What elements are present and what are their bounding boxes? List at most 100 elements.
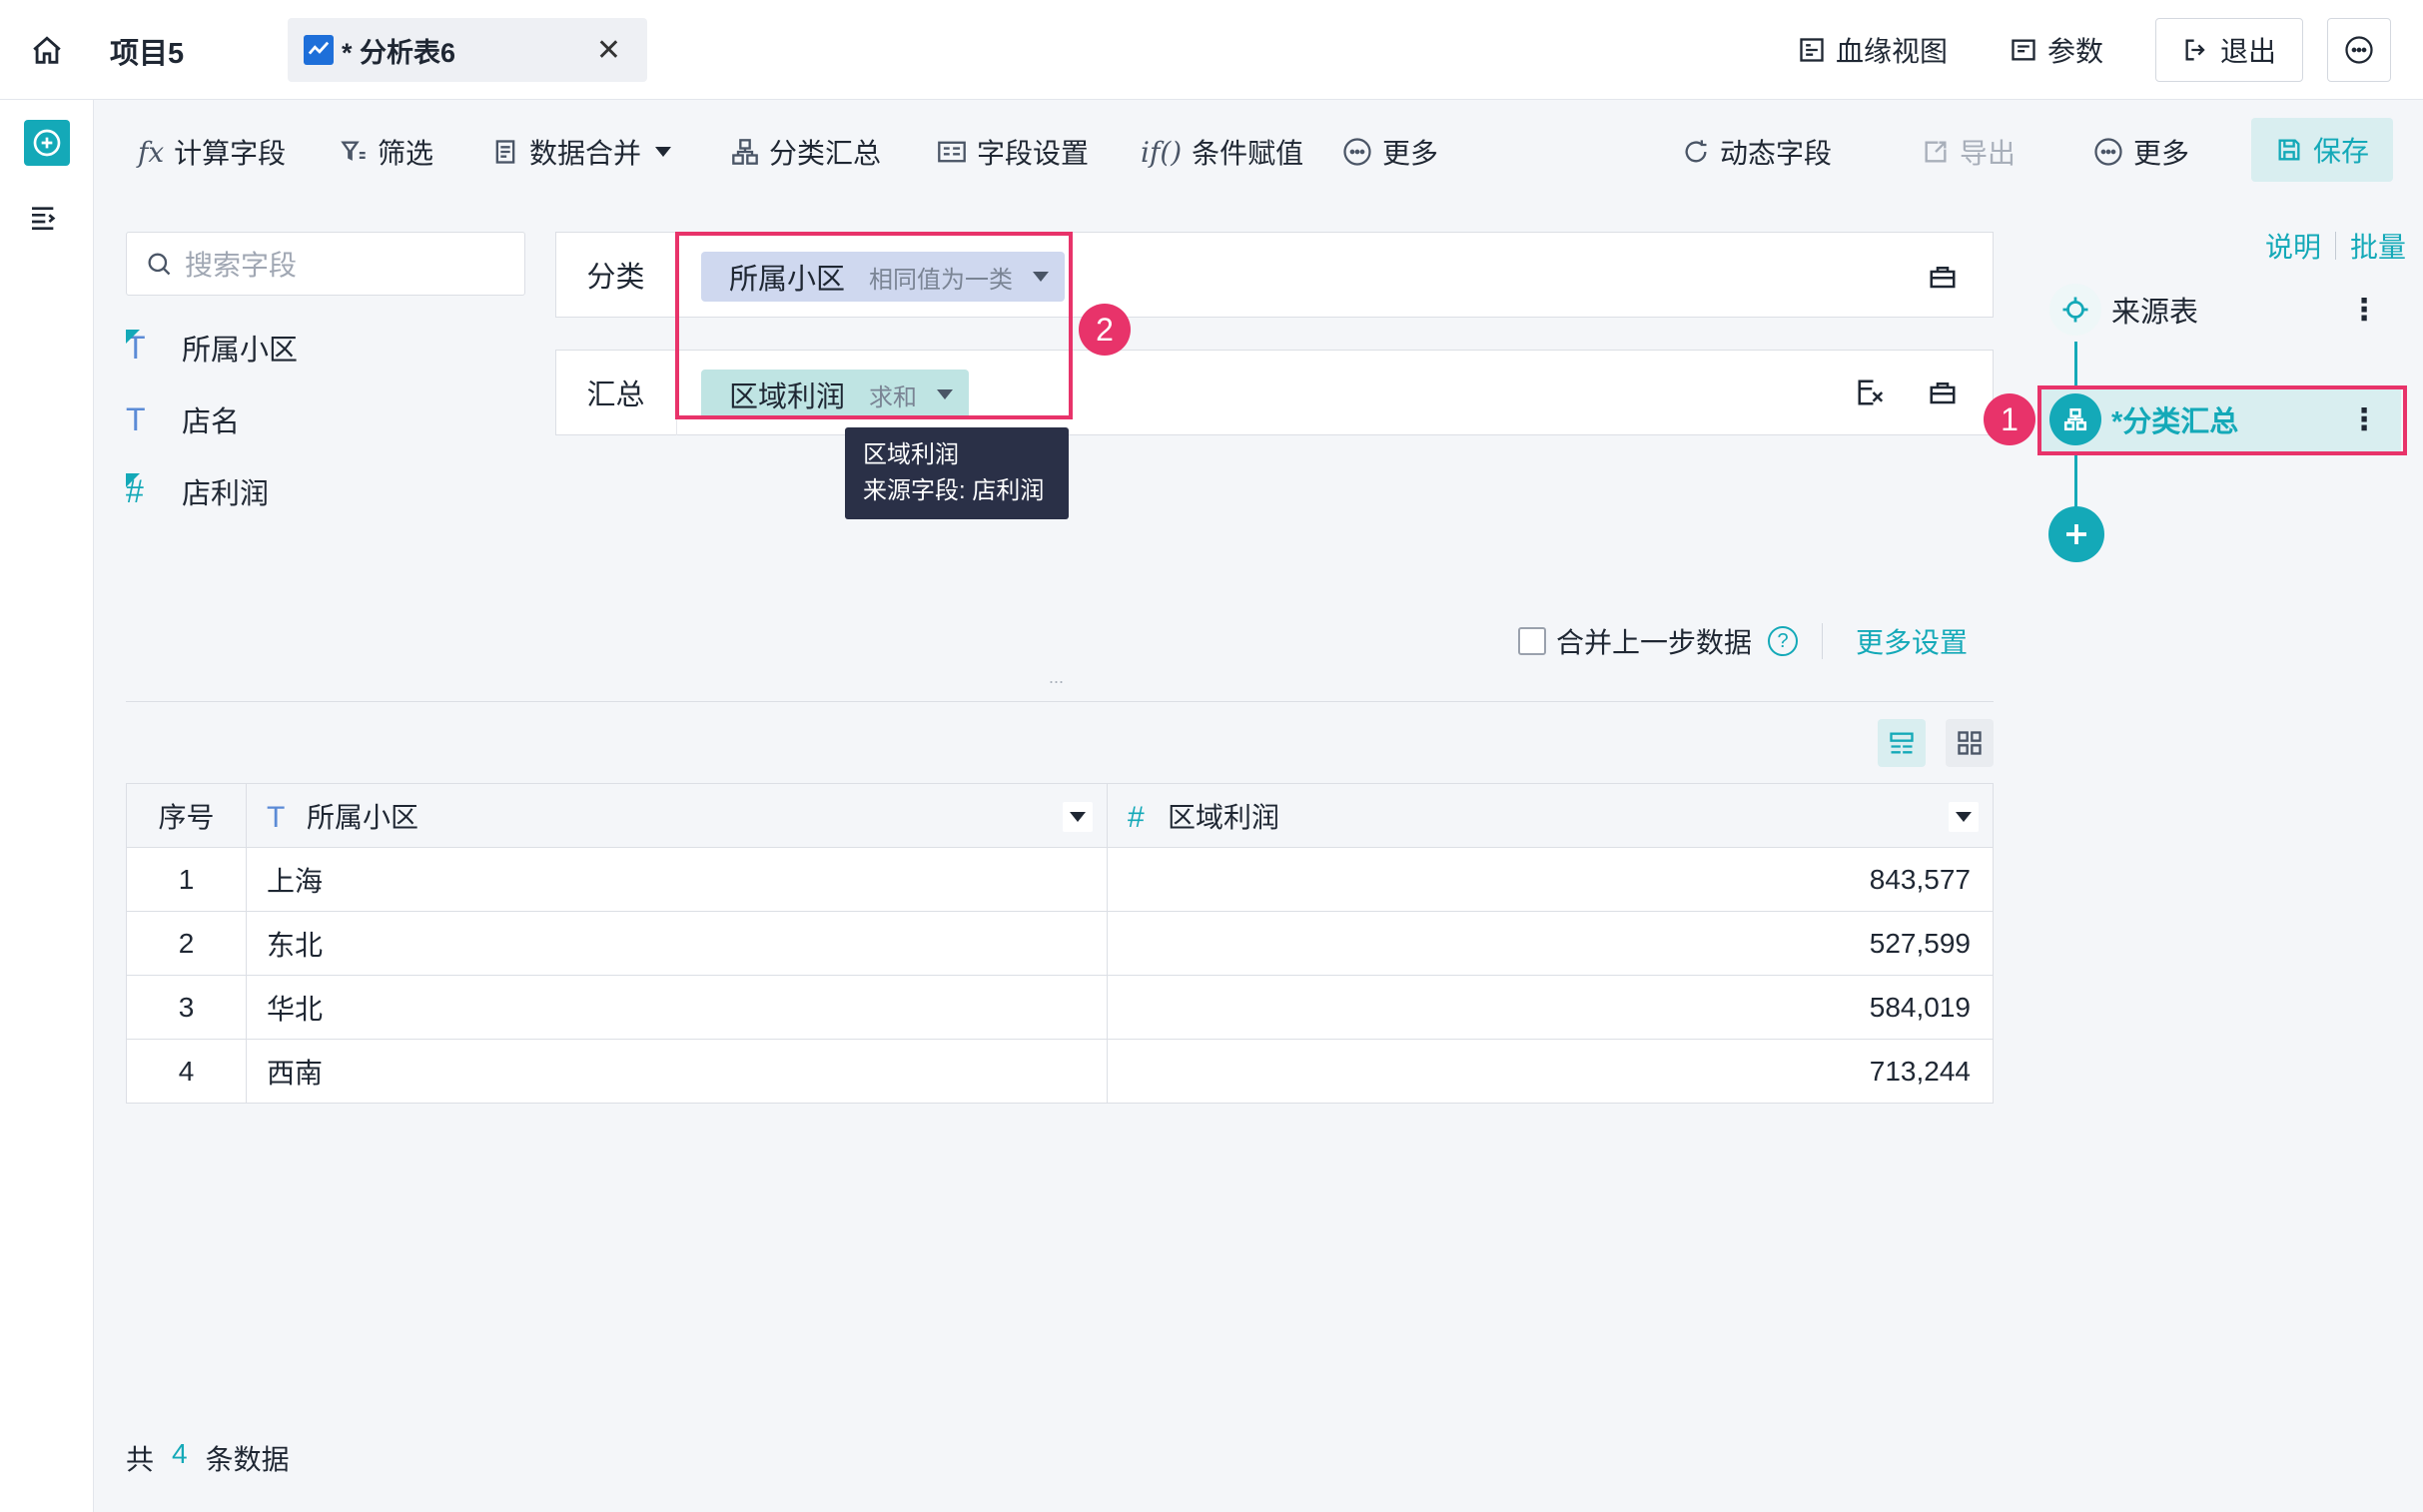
merge-label: 数据合并 xyxy=(529,138,642,169)
row-index: 2 xyxy=(126,911,247,976)
column-menu-icon[interactable] xyxy=(1949,802,1979,832)
filter-icon xyxy=(341,141,366,161)
add-step-icon[interactable] xyxy=(24,120,70,166)
line-chart-icon xyxy=(304,35,334,65)
project-name[interactable]: 项目5 xyxy=(110,30,184,72)
help-icon[interactable]: ? xyxy=(1768,626,1799,656)
table-row: 4 西南 713,244 xyxy=(126,1039,1994,1104)
conditional-value-button[interactable]: if() 条件赋值 xyxy=(1141,130,1303,174)
resize-handle[interactable]: ... xyxy=(1049,667,1064,688)
save-label: 保存 xyxy=(2312,136,2369,167)
explain-link[interactable]: 说明 xyxy=(2265,226,2321,266)
merge-prev-option[interactable]: 合并上一步数据 ? xyxy=(1518,619,1799,663)
clear-icon[interactable] xyxy=(1922,256,1964,298)
column-menu-icon[interactable] xyxy=(1063,802,1093,832)
field-search-input[interactable]: 搜索字段 xyxy=(126,232,525,296)
exit-icon xyxy=(2185,39,2205,61)
field-settings-button[interactable]: 字段设置 xyxy=(937,130,1089,174)
left-rail xyxy=(0,100,94,1512)
row-count-suffix: 条数据 xyxy=(205,1444,290,1475)
step-badge: 2 xyxy=(1079,304,1131,356)
text-type-icon: T xyxy=(126,329,146,366)
profit-cell: 527,599 xyxy=(1107,911,1994,976)
group-summary-button[interactable]: 分类汇总 xyxy=(731,130,881,174)
region-cell: 华北 xyxy=(246,975,1108,1040)
export-label: 导出 xyxy=(1960,138,2017,169)
highlight-box xyxy=(675,232,1073,419)
close-icon[interactable]: ✕ xyxy=(596,33,621,68)
column-header-region[interactable]: T 所属小区 xyxy=(246,783,1108,848)
text-type-icon: T xyxy=(126,400,146,437)
lineage-icon xyxy=(1800,38,1824,62)
remove-field-icon[interactable] xyxy=(1850,372,1892,413)
save-icon xyxy=(2278,139,2300,161)
divider xyxy=(1822,623,1823,659)
table-row: 2 东北 527,599 xyxy=(126,911,1994,976)
hierarchy-icon xyxy=(732,139,758,165)
merge-icon xyxy=(495,140,515,164)
column-header-profit[interactable]: # 区域利润 xyxy=(1107,783,1994,848)
number-type-icon: # xyxy=(1128,800,1145,834)
table-view-icon[interactable] xyxy=(1878,719,1926,767)
step-connector xyxy=(2074,451,2077,507)
clear-icon[interactable] xyxy=(1922,372,1964,413)
params-button[interactable]: 参数 xyxy=(2010,28,2103,72)
group-by-label: 分类 xyxy=(555,232,677,318)
data-merge-button[interactable]: 数据合并 xyxy=(491,130,672,174)
home-icon[interactable] xyxy=(26,30,68,72)
row-count-value: 4 xyxy=(172,1438,188,1469)
field-item[interactable]: T 店名 xyxy=(126,397,240,441)
grid-view-icon[interactable] xyxy=(1946,719,1994,767)
export-button[interactable]: 导出 xyxy=(1922,130,2016,174)
filter-label: 筛选 xyxy=(378,138,434,169)
more-options-icon[interactable] xyxy=(2327,18,2391,82)
add-step-button[interactable] xyxy=(2048,506,2104,562)
dynamic-field-button[interactable]: 动态字段 xyxy=(1682,130,1832,174)
row-count-prefix: 共 xyxy=(126,1444,155,1475)
search-placeholder: 搜索字段 xyxy=(185,250,298,281)
more-settings-link[interactable]: 更多设置 xyxy=(1856,619,1968,663)
step-source-table[interactable]: 来源表 ⋮ xyxy=(2039,278,2401,342)
lineage-view-button[interactable]: 血缘视图 xyxy=(1798,28,1948,72)
tab-analysis-table[interactable]: * 分析表6 ✕ xyxy=(288,18,647,82)
field-tooltip: 区域利润 来源字段: 店利润 xyxy=(845,427,1069,519)
save-button[interactable]: 保存 xyxy=(2251,118,2393,182)
outline-list-icon[interactable] xyxy=(28,202,68,242)
fx-icon: fx xyxy=(138,135,165,169)
crosshair-icon xyxy=(2049,284,2101,336)
merge-prev-checkbox[interactable] xyxy=(1518,627,1546,655)
highlight-box xyxy=(2037,385,2407,455)
calc-field-button[interactable]: fx 计算字段 xyxy=(138,130,286,174)
text-type-icon: T xyxy=(267,800,286,834)
step-label: 来源表 xyxy=(2111,297,2199,329)
divider xyxy=(126,701,1994,702)
filter-button[interactable]: 筛选 xyxy=(340,130,433,174)
field-item[interactable]: # 店利润 xyxy=(126,469,269,513)
row-count: 共 4 条数据 xyxy=(126,1438,290,1478)
exit-button[interactable]: 退出 xyxy=(2155,18,2303,82)
divider xyxy=(2335,232,2337,260)
profit-cell: 843,577 xyxy=(1107,847,1994,912)
dropdown-arrow-icon xyxy=(655,147,672,157)
if-icon: if() xyxy=(1141,135,1183,169)
column-header-index: 序号 xyxy=(126,783,247,848)
group-summary-label: 分类汇总 xyxy=(769,138,882,169)
field-item[interactable]: T 所属小区 xyxy=(126,326,298,370)
lineage-label: 血缘视图 xyxy=(1836,36,1949,67)
field-name: 店名 xyxy=(182,406,241,438)
params-label: 参数 xyxy=(2047,36,2104,67)
step-connector xyxy=(2074,336,2077,387)
search-icon xyxy=(148,253,171,276)
region-cell: 上海 xyxy=(246,847,1108,912)
batch-link[interactable]: 批量 xyxy=(2350,226,2406,266)
column-header-label: 区域利润 xyxy=(1168,801,1280,833)
steps-links: 说明 批量 xyxy=(2265,226,2406,266)
kebab-menu-icon[interactable]: ⋮ xyxy=(2349,293,2379,328)
more-left-label: 更多 xyxy=(1382,138,1439,169)
tab-title: * 分析表6 xyxy=(342,37,456,68)
field-name: 店利润 xyxy=(182,478,270,510)
more-tools-button[interactable]: 更多 xyxy=(1342,130,1438,174)
more-right-button[interactable]: 更多 xyxy=(2093,130,2189,174)
tooltip-title: 区域利润 xyxy=(863,441,959,468)
field-name: 所属小区 xyxy=(182,335,299,367)
